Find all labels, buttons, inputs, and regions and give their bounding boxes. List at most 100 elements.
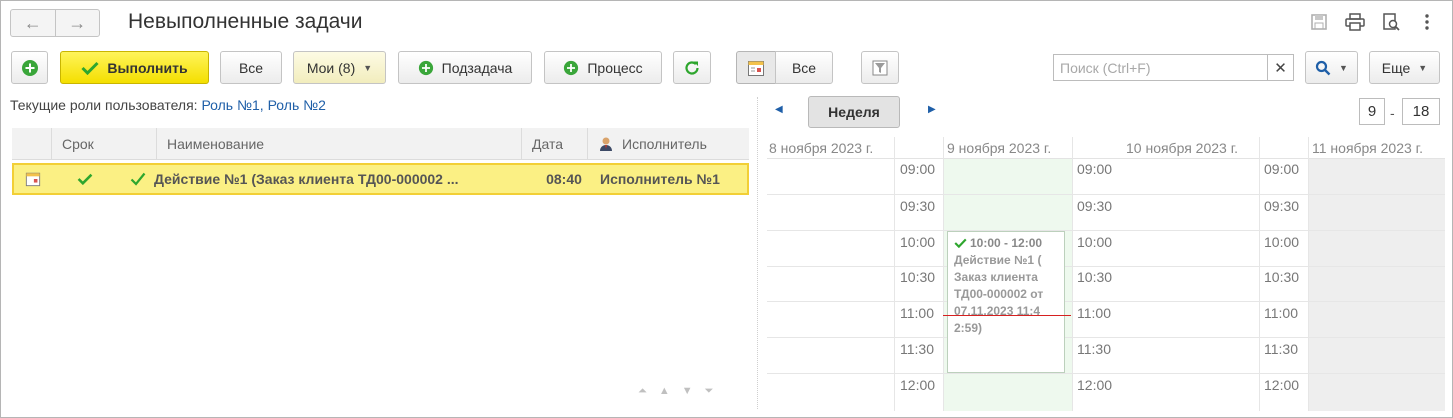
column-header-date[interactable]: Дата: [522, 128, 588, 159]
hours-from-field[interactable]: 9: [1359, 98, 1385, 125]
user-icon: [600, 137, 612, 151]
settings-filter-button[interactable]: [861, 51, 899, 84]
arrow-right-icon: →: [68, 12, 87, 33]
back-button[interactable]: ←: [11, 10, 55, 36]
row-done-cell: [118, 165, 146, 193]
save-button[interactable]: [1308, 11, 1330, 33]
slot-line: [767, 266, 1445, 267]
preview-button[interactable]: [1380, 11, 1402, 33]
time-label: 10:00: [1264, 234, 1300, 250]
time-label: 09:00: [1264, 161, 1300, 177]
scroll-top-icon[interactable]: ⏶: [638, 385, 647, 398]
process-button[interactable]: Процесс: [544, 51, 662, 84]
time-label: 09:30: [1077, 198, 1113, 214]
checkmark-icon: [81, 61, 99, 75]
hours-to-field[interactable]: 18: [1402, 98, 1440, 125]
arrow-left-icon: ←: [23, 12, 42, 33]
time-label: 12:00: [1264, 377, 1300, 393]
event-time: 10:00 - 12:00: [954, 235, 1058, 252]
more-menu-button[interactable]: [1416, 11, 1438, 33]
search-input[interactable]: [1054, 55, 1264, 80]
done-check-icon: [130, 172, 146, 186]
save-icon: [1311, 14, 1327, 30]
subtask-button[interactable]: Подзадача: [398, 51, 532, 84]
event-title: Действие №1 ( Заказ клиента ТД00-000002 …: [954, 253, 1044, 335]
vertical-dots-icon: [1425, 14, 1429, 30]
time-label: 09:00: [1077, 161, 1113, 177]
day-divider: [943, 137, 944, 411]
time-label: 11:30: [1264, 341, 1298, 357]
view-all-button[interactable]: Все: [775, 51, 833, 84]
calendar-view-toggle[interactable]: [736, 51, 776, 84]
time-label: 10:30: [1264, 269, 1300, 285]
day-divider: [1072, 137, 1073, 411]
pane-splitter[interactable]: [757, 97, 758, 409]
current-roles: Текущие роли пользователя: Роль №1, Роль…: [10, 97, 326, 113]
row-executor-cell: Исполнитель №1: [600, 171, 720, 187]
time-label: 12:00: [1077, 377, 1113, 393]
column-header-deadline[interactable]: Срок: [52, 128, 157, 159]
more-label: Еще: [1381, 59, 1411, 76]
filter-all-button[interactable]: Все: [220, 51, 282, 84]
current-time-line: [943, 315, 1071, 316]
time-label: 10:30: [1077, 269, 1113, 285]
column-header-executor[interactable]: Исполнитель: [588, 128, 749, 159]
time-label: 09:30: [1264, 198, 1300, 214]
scroll-up-icon[interactable]: ▲: [659, 385, 670, 398]
time-label: 11:00: [1077, 305, 1111, 321]
search-options-dropdown[interactable]: ▼: [1305, 51, 1358, 84]
close-icon: ✕: [1274, 59, 1287, 77]
filter-all-label: Все: [238, 59, 264, 76]
time-label: 11:30: [1077, 341, 1111, 357]
tasks-table: Срок Наименование Дата Исполнитель Дейст…: [12, 128, 749, 195]
week-calendar: 8 ноября 2023 г. 9 ноября 2023 г. 10 ноя…: [767, 135, 1445, 411]
slot-line: [767, 230, 1445, 231]
search-field: ✕: [1053, 54, 1294, 81]
row-type-cell: [14, 165, 52, 193]
table-header: Срок Наименование Дата Исполнитель: [12, 128, 749, 160]
print-button[interactable]: [1344, 11, 1366, 33]
chevron-down-icon: ▼: [1339, 62, 1348, 73]
time-label: 10:00: [1077, 234, 1113, 250]
filter-mine-label: Мои (8): [306, 59, 356, 76]
time-column-divider: [894, 137, 895, 411]
calendar-next-icon[interactable]: ▶: [928, 104, 936, 115]
plus-circle-icon: [564, 60, 579, 75]
filter-mine-dropdown[interactable]: Мои (8) ▼: [293, 51, 386, 84]
title-bar: ← → Невыполненные задачи: [1, 1, 1452, 45]
row-date-cell: 08:40: [546, 171, 582, 187]
calendar-prev-icon[interactable]: ◀: [775, 104, 783, 115]
forward-button[interactable]: →: [54, 10, 100, 36]
refresh-icon: [685, 60, 699, 75]
time-label: 11:00: [1264, 305, 1298, 321]
window: ← → Невыполненные задачи Выполнить Все М…: [0, 0, 1453, 418]
slot-line: [767, 194, 1445, 195]
plus-circle-icon: [21, 59, 38, 76]
period-week-button[interactable]: Неделя: [808, 96, 900, 128]
hours-separator: -: [1390, 105, 1395, 121]
create-button[interactable]: [11, 51, 48, 84]
page-title: Невыполненные задачи: [128, 10, 363, 33]
preview-icon: [1383, 13, 1400, 31]
scroll-down-icon[interactable]: ▼: [682, 385, 693, 398]
calendar-icon: [748, 60, 764, 76]
execute-button-label: Выполнить: [107, 59, 188, 76]
process-label: Процесс: [587, 59, 643, 76]
time-label: 10:30: [900, 269, 936, 285]
search-icon: [1315, 60, 1331, 75]
calendar-event[interactable]: 10:00 - 12:00 Действие №1 ( Заказ клиент…: [947, 231, 1065, 373]
task-calendar-icon: [25, 172, 41, 187]
search-clear-button[interactable]: ✕: [1267, 55, 1293, 80]
table-row[interactable]: Действие №1 (Заказ клиента ТД00-000002 .…: [12, 163, 749, 195]
refresh-button[interactable]: [673, 51, 711, 84]
time-label: 10:00: [900, 234, 936, 250]
chevron-down-icon: ▼: [363, 62, 373, 73]
more-button[interactable]: Еще ▼: [1369, 51, 1440, 84]
scroll-bottom-icon[interactable]: ⏷: [705, 385, 714, 398]
column-header-name[interactable]: Наименование: [157, 128, 522, 159]
chevron-down-icon: ▼: [1418, 62, 1428, 73]
command-bar: Выполнить Все Мои (8) ▼ Подзадача Процес…: [1, 51, 1452, 85]
checkmark-icon: [954, 238, 967, 249]
roles-link[interactable]: Роль №1, Роль №2: [201, 97, 326, 113]
execute-button[interactable]: Выполнить: [60, 51, 209, 84]
